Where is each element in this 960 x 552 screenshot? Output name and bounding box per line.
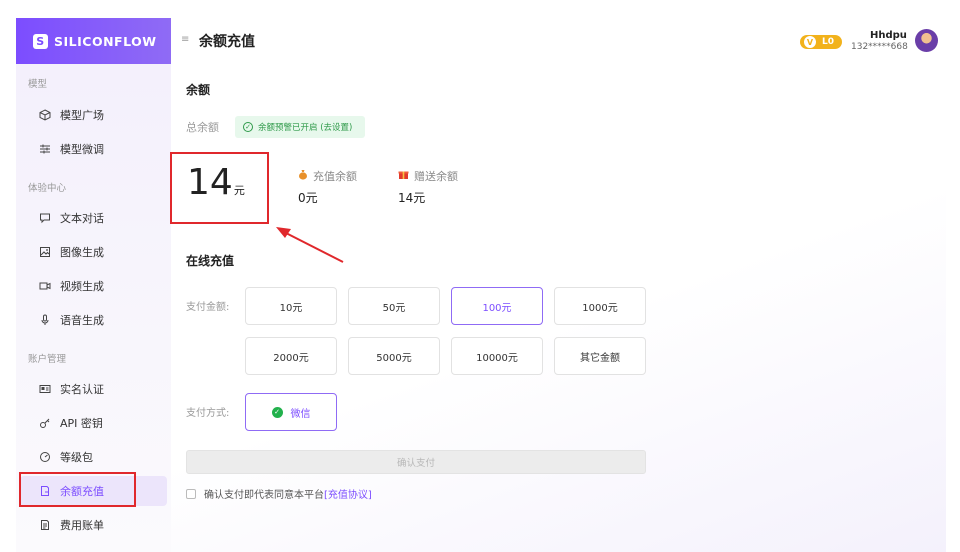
amount-option-1000[interactable]: 1000元 (554, 287, 646, 325)
pay-method-wechat-label: 微信 (290, 408, 311, 420)
online-recharge-heading: 在线充值 (186, 254, 235, 268)
pay-method-label: 支付方式: (186, 408, 230, 419)
sidebar-item-model-finetune[interactable]: 模型微调 (20, 134, 167, 164)
balance-alert-badge[interactable]: ✓ 余额预警已开启 (去设置) (235, 116, 365, 138)
confirm-pay-button[interactable]: 确认支付 (186, 450, 646, 474)
amount-option-100[interactable]: 100元 (451, 287, 543, 325)
bill-icon (38, 518, 52, 532)
sidebar-item-text-chat[interactable]: 文本对话 (20, 203, 167, 233)
recharge-balance-label-text: 充值余额 (313, 170, 357, 183)
user-phone: 132*****668 (851, 42, 908, 52)
sidebar-item-label: 等级包 (60, 451, 93, 464)
wechat-icon: ✓ (271, 406, 283, 418)
logo-mark-icon: S (33, 33, 48, 49)
sliders-icon (38, 142, 52, 156)
video-icon (38, 279, 52, 293)
image-icon (38, 245, 52, 259)
brand-logo[interactable]: S SILICONFLOW (16, 18, 171, 64)
sidebar-item-label: 视频生成 (60, 280, 104, 293)
sidebar-item-video-gen[interactable]: 视频生成 (20, 271, 167, 301)
sidebar-item-label: 语音生成 (60, 314, 104, 327)
avatar[interactable] (915, 29, 938, 52)
agreement-text: 确认支付即代表同意本平台 (204, 490, 324, 501)
level-badge[interactable]: V L0 (800, 35, 842, 49)
gift-balance-value: 14元 (398, 191, 426, 205)
sidebar-item-real-name[interactable]: 实名认证 (20, 374, 167, 404)
sidebar-item-api-key[interactable]: API 密钥 (20, 408, 167, 438)
balance-heading: 余额 (186, 83, 211, 97)
sidebar-section-models: 模型 (28, 79, 48, 90)
sidebar-item-model-square[interactable]: 模型广场 (20, 100, 167, 130)
agreement-checkbox[interactable] (186, 488, 196, 499)
sidebar-item-level-pack[interactable]: 等级包 (20, 442, 167, 472)
key-icon (38, 416, 52, 430)
sidebar-section-experience: 体验中心 (28, 183, 67, 194)
sidebar-item-label: 模型微调 (60, 143, 104, 156)
pay-method-wechat[interactable]: ✓ 微信 (245, 393, 337, 431)
highlight-box-sidebar (19, 472, 136, 507)
sidebar-item-label: 文本对话 (60, 212, 104, 225)
sidebar-item-billing[interactable]: 费用账单 (20, 510, 167, 540)
pay-amount-label: 支付金额: (186, 302, 230, 313)
sidebar-item-label: 图像生成 (60, 246, 104, 259)
vip-icon: V (804, 36, 816, 48)
amount-option-50[interactable]: 50元 (348, 287, 440, 325)
gift-balance-label: 赠送余额 (398, 168, 458, 184)
user-name: Hhdpu (870, 30, 907, 41)
sidebar-item-label: 模型广场 (60, 109, 104, 122)
gauge-icon (38, 450, 52, 464)
amount-option-custom[interactable]: 其它金额 (554, 337, 646, 375)
sidebar-item-label: 费用账单 (60, 519, 104, 532)
sidebar-item-label: API 密钥 (60, 417, 103, 430)
agreement-link[interactable]: [充值协议] (324, 486, 372, 501)
logo-text: SILICONFLOW (54, 33, 157, 49)
amount-option-10[interactable]: 10元 (245, 287, 337, 325)
total-balance-label: 总余额 (186, 121, 219, 134)
agreement-row: 确认支付即代表同意本平台 [充值协议] (186, 486, 372, 501)
amount-option-2000[interactable]: 2000元 (245, 337, 337, 375)
id-card-icon (38, 382, 52, 396)
amount-option-10000[interactable]: 10000元 (451, 337, 543, 375)
recharge-balance-value: 0元 (298, 191, 318, 205)
menu-toggle-icon[interactable]: ≡ (181, 34, 189, 45)
sidebar-item-voice-gen[interactable]: 语音生成 (20, 305, 167, 335)
amount-option-5000[interactable]: 5000元 (348, 337, 440, 375)
gift-balance-label-text: 赠送余额 (414, 170, 458, 183)
level-label: L0 (822, 37, 834, 47)
sidebar-section-account: 账户管理 (28, 354, 67, 365)
gift-icon (398, 169, 409, 183)
highlight-box-balance (170, 152, 269, 224)
sidebar-item-image-gen[interactable]: 图像生成 (20, 237, 167, 267)
sidebar-item-label: 实名认证 (60, 383, 104, 396)
cube-icon (38, 108, 52, 122)
mic-icon (38, 313, 52, 327)
page-title: 余额充值 (199, 34, 255, 50)
recharge-balance-label: 充值余额 (298, 168, 357, 184)
money-bag-icon (298, 169, 308, 183)
check-circle-icon: ✓ (243, 122, 253, 132)
balance-alert-text: 余额预警已开启 (去设置) (258, 123, 353, 133)
chat-icon (38, 211, 52, 225)
